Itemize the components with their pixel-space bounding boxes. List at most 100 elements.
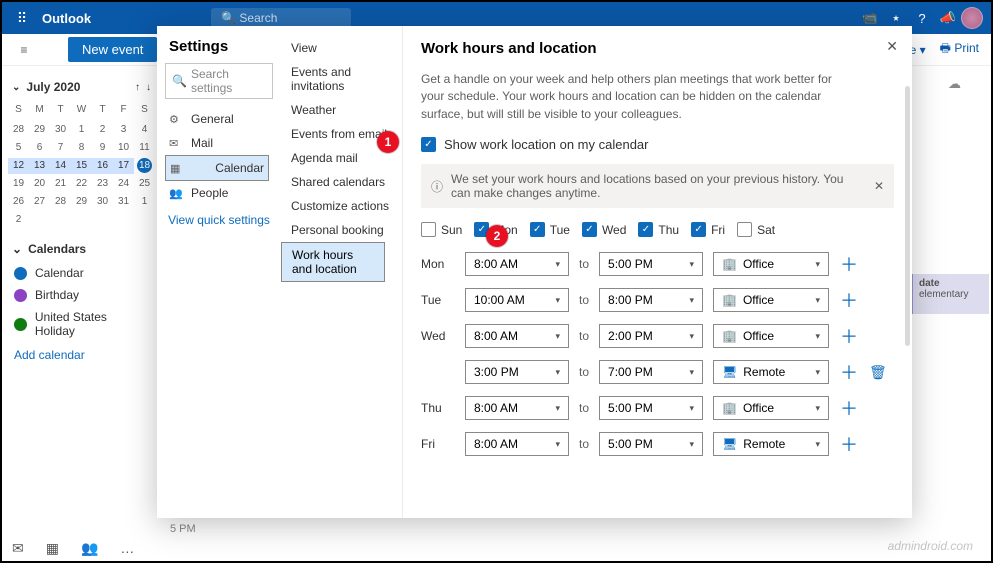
month-picker[interactable]: ⌄ July 2020 ↑ ↓ <box>8 74 155 102</box>
date-cell[interactable]: 29 <box>29 122 50 138</box>
date-cell[interactable]: 10 <box>113 140 134 156</box>
date-cell[interactable]: 28 <box>8 122 29 138</box>
date-cell[interactable]: 30 <box>50 122 71 138</box>
start-time-select[interactable]: 8:00 AM▾ <box>465 324 569 348</box>
date-cell[interactable]: 9 <box>92 140 113 156</box>
settings-nav-mail[interactable]: ✉Mail <box>165 131 273 155</box>
notify-icon[interactable]: ⭑ <box>883 10 909 26</box>
date-cell[interactable]: 23 <box>92 176 113 192</box>
calendar-rail-icon[interactable]: ▦ <box>46 540 59 557</box>
date-cell[interactable]: 6 <box>29 140 50 156</box>
settings-nav-general[interactable]: ⚙General <box>165 107 273 131</box>
add-slot-button[interactable]: ＋ <box>839 431 859 457</box>
end-time-select[interactable]: 5:00 PM▾ <box>599 396 703 420</box>
people-rail-icon[interactable]: 👥 <box>81 540 98 557</box>
meet-now-icon[interactable]: 📹 <box>857 10 883 26</box>
prev-month-icon[interactable]: ↑ <box>135 82 140 93</box>
panel-scrollbar[interactable] <box>905 86 910 346</box>
new-event-button[interactable]: New event <box>68 37 157 62</box>
next-month-icon[interactable]: ↓ <box>146 82 151 93</box>
add-slot-button[interactable]: ＋ <box>839 251 859 277</box>
start-time-select[interactable]: 8:00 AM▾ <box>465 396 569 420</box>
start-time-select[interactable]: 8:00 AM▾ <box>465 432 569 456</box>
end-time-select[interactable]: 2:00 PM▾ <box>599 324 703 348</box>
location-select[interactable]: 🖥Remote▾ <box>713 432 829 456</box>
date-cell[interactable]: 29 <box>71 194 92 210</box>
settings-nav-people[interactable]: 👥People <box>165 181 273 205</box>
date-cell[interactable]: 5 <box>8 140 29 156</box>
print-button[interactable]: 🖶 Print <box>940 39 979 60</box>
day-checkbox-tue[interactable]: ✓ <box>530 222 545 237</box>
location-select[interactable]: 🏢Office▾ <box>713 252 829 276</box>
show-location-checkbox[interactable]: ✓ <box>421 137 436 152</box>
date-cell[interactable]: 25 <box>134 176 155 192</box>
date-cell[interactable]: 3 <box>113 122 134 138</box>
day-checkbox-wed[interactable]: ✓ <box>582 222 597 237</box>
date-cell[interactable]: 22 <box>71 176 92 192</box>
location-select[interactable]: 🏢Office▾ <box>713 288 829 312</box>
megaphone-icon[interactable]: 📣 <box>935 10 961 26</box>
date-cell[interactable]: 19 <box>8 176 29 192</box>
settings-subnav-item[interactable]: Customize actions <box>281 194 402 218</box>
global-search[interactable]: 🔍 Search <box>211 8 351 28</box>
date-cell[interactable]: 12 <box>8 158 29 174</box>
date-cell[interactable]: 16 <box>92 158 113 174</box>
date-cell[interactable]: 21 <box>50 176 71 192</box>
day-checkbox-thu[interactable]: ✓ <box>638 222 653 237</box>
settings-subnav-item[interactable]: View <box>281 36 402 60</box>
date-cell[interactable]: 13 <box>29 158 50 174</box>
date-cell[interactable]: 31 <box>113 194 134 210</box>
date-cell[interactable]: 2 <box>92 122 113 138</box>
date-cell[interactable]: 17 <box>113 158 134 174</box>
date-cell[interactable]: 26 <box>8 194 29 210</box>
help-icon[interactable]: ? <box>909 11 935 26</box>
day-checkbox-fri[interactable]: ✓ <box>691 222 706 237</box>
add-slot-button[interactable]: ＋ <box>839 323 859 349</box>
mail-rail-icon[interactable]: ✉ <box>12 540 24 557</box>
settings-nav-calendar[interactable]: ▦Calendar <box>165 155 269 181</box>
date-cell[interactable]: 28 <box>50 194 71 210</box>
start-time-select[interactable]: 3:00 PM▾ <box>465 360 569 384</box>
date-cell[interactable]: 18 <box>137 158 152 173</box>
date-cell[interactable] <box>113 212 134 228</box>
date-cell[interactable]: 11 <box>134 140 155 156</box>
day-checkbox-sat[interactable] <box>737 222 752 237</box>
settings-search[interactable]: 🔍 Search settings <box>165 63 273 99</box>
start-time-select[interactable]: 8:00 AM▾ <box>465 252 569 276</box>
calendar-list-item[interactable]: Calendar <box>8 262 155 284</box>
date-cell[interactable] <box>92 212 113 228</box>
add-calendar-link[interactable]: Add calendar <box>8 342 155 368</box>
date-cell[interactable]: 27 <box>29 194 50 210</box>
dismiss-banner-icon[interactable]: ✕ <box>874 179 884 193</box>
end-time-select[interactable]: 5:00 PM▾ <box>599 252 703 276</box>
date-cell[interactable]: 7 <box>50 140 71 156</box>
date-cell[interactable] <box>50 212 71 228</box>
view-quick-settings-link[interactable]: View quick settings <box>165 213 273 227</box>
date-cell[interactable]: 30 <box>92 194 113 210</box>
close-icon[interactable]: ✕ <box>886 38 898 55</box>
settings-subnav-item[interactable]: Work hours and location <box>281 242 385 282</box>
date-cell[interactable]: 2 <box>8 212 29 228</box>
day-checkbox-sun[interactable] <box>421 222 436 237</box>
date-cell[interactable] <box>134 212 155 228</box>
date-cell[interactable]: 4 <box>134 122 155 138</box>
date-cell[interactable]: 24 <box>113 176 134 192</box>
calendar-list-item[interactable]: United States Holiday <box>8 306 155 342</box>
location-select[interactable]: 🖥Remote▾ <box>713 360 829 384</box>
start-time-select[interactable]: 10:00 AM▾ <box>465 288 569 312</box>
hamburger-icon[interactable]: ≡ <box>14 43 34 57</box>
settings-subnav-item[interactable]: Shared calendars <box>281 170 402 194</box>
background-event-card[interactable]: date elementary <box>911 274 989 314</box>
add-slot-button[interactable]: ＋ <box>839 287 859 313</box>
add-slot-button[interactable]: ＋ <box>839 359 859 385</box>
location-select[interactable]: 🏢Office▾ <box>713 324 829 348</box>
calendar-list-item[interactable]: Birthday <box>8 284 155 306</box>
settings-subnav-item[interactable]: Personal booking <box>281 218 402 242</box>
end-time-select[interactable]: 5:00 PM▾ <box>599 432 703 456</box>
end-time-select[interactable]: 7:00 PM▾ <box>599 360 703 384</box>
date-cell[interactable] <box>71 212 92 228</box>
settings-subnav-item[interactable]: Events and invitations <box>281 60 402 98</box>
avatar[interactable] <box>961 7 983 29</box>
settings-subnav-item[interactable]: Weather <box>281 98 402 122</box>
date-cell[interactable]: 14 <box>50 158 71 174</box>
